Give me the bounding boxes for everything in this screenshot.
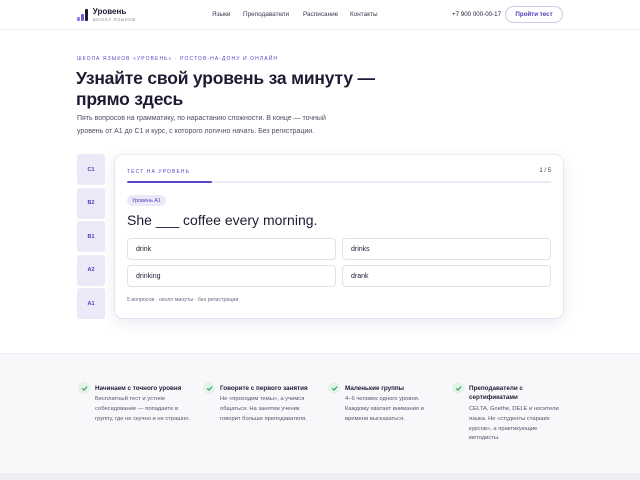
feature-title: Говорите с первого занятия [220,385,308,392]
level-test-card: ТЕСТ НА УРОВЕНЬ 1 / 5 Уровень A1 She ___… [115,155,563,318]
brand-name: Уровень [92,7,127,16]
check-icon [452,382,464,394]
quiz-progress-fill [127,181,212,183]
hero-lead: Пять вопросов на грамматику, по нарастан… [77,115,326,135]
brand-tagline: ШКОЛА ЯЗЫКОВ [92,17,136,22]
feature-title: Маленькие группы [345,385,405,392]
level-step-b2: B2 [77,187,105,219]
brand-logo[interactable]: Уровень ШКОЛА ЯЗЫКОВ [77,8,136,22]
nav-link-contacts[interactable]: Контакты [350,11,378,18]
level-step-c1: C1 [77,154,105,185]
feature-text: Бесплатный тест и устное собеседование —… [95,396,191,422]
next-section-edge [0,473,640,480]
answer-option-drinking[interactable]: drinking [127,265,336,287]
level-badge: Уровень A1 [127,195,166,206]
feature-title: Начинаем с точного уровня [95,385,182,392]
nav-link-schedule[interactable]: Расписание [303,11,338,18]
question-counter: 1 / 5 [539,168,551,174]
question-text: She ___ coffee every morning. [127,212,318,228]
feature-title: Преподаватели с сертификатами [469,385,523,401]
check-icon [78,382,90,394]
phone-number[interactable]: +7 900 000-00-17 [452,11,501,18]
check-icon [203,382,215,394]
quiz-title: ТЕСТ НА УРОВЕНЬ [127,169,190,175]
quiz-progress-bar [127,181,551,183]
answer-option-drink[interactable]: drink [127,238,336,260]
feature-text: Не «проходим темы», а учимся общаться. Н… [220,396,307,422]
feature-text: 4–6 человек одного уровня. Каждому хвата… [345,396,424,422]
level-step-b1: B1 [77,221,105,252]
hero-eyebrow: ШКОЛА ЯЗЫКОВ «УРОВЕНЬ» · РОСТОВ-НА-ДОНУ … [77,56,279,62]
feature-text: CELTA, Goethe, DELE и носители языка. Не… [469,406,559,442]
bars-logo-icon [77,9,88,22]
features-section: Начинаем с точного уровня Бесплатный тес… [0,353,640,473]
page-title: Узнайте свой уровень за минуту — прямо з… [76,68,375,109]
answer-option-drinks[interactable]: drinks [342,238,551,260]
quiz-footnote: 5 вопросов · около минуты · без регистра… [127,297,239,303]
take-test-button[interactable]: Пройти тест [505,6,563,23]
level-step-a2: A2 [77,254,105,286]
level-step-a1: A1 [77,288,105,319]
nav-link-teachers[interactable]: Преподаватели [243,11,289,18]
check-icon [328,382,340,394]
answer-option-drank[interactable]: drank [342,265,551,287]
site-header: Уровень ШКОЛА ЯЗЫКОВ Языки Преподаватели… [0,0,640,30]
nav-link-languages[interactable]: Языки [212,11,231,18]
